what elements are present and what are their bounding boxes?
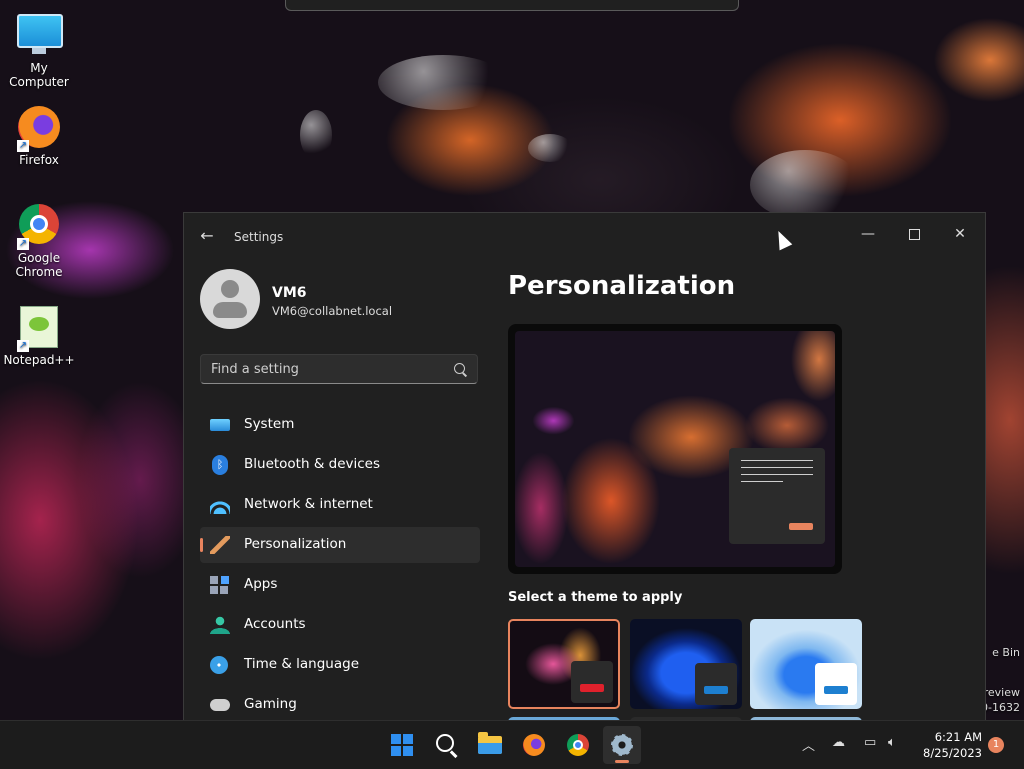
system-icon [210, 419, 230, 431]
user-email: VM6@collabnet.local [272, 304, 393, 318]
sidebar-item-gaming[interactable]: Gaming [200, 687, 480, 721]
paintbrush-icon [210, 536, 230, 554]
theme-tile-light-bloom[interactable] [750, 619, 862, 709]
taskbar-file-explorer[interactable] [471, 726, 509, 764]
desktop-icon-firefox[interactable]: ↗ Firefox [1, 106, 77, 167]
search-box[interactable] [200, 354, 478, 384]
sidebar-item-accounts[interactable]: Accounts [200, 607, 480, 643]
start-button[interactable] [383, 726, 421, 764]
desktop-icon-label: Notepad++ [3, 353, 75, 367]
theme-chip [815, 663, 857, 705]
chevron-up-icon[interactable]: ︿ [802, 735, 815, 754]
window-title: Settings [234, 230, 284, 244]
sidebar-item-label: Personalization [244, 536, 347, 552]
page-title: Personalization [508, 271, 736, 301]
preview-window [729, 448, 825, 544]
window-edge-fragment [285, 0, 739, 11]
glass-drop [378, 55, 508, 110]
sidebar-item-personalization[interactable]: Personalization [200, 527, 480, 563]
sidebar-item-label: Gaming [244, 696, 297, 712]
desktop-icon-my-computer[interactable]: My Computer [1, 10, 77, 89]
firefox-icon: ↗ [17, 106, 61, 152]
user-name: VM6 [272, 285, 307, 301]
desktop-icon-label: My Computer [9, 61, 69, 89]
desktop-fragment-text: e Bin [992, 646, 1020, 659]
theme-tile-dark-bloom[interactable] [630, 619, 742, 709]
sidebar-item-system[interactable]: System [200, 407, 480, 443]
avatar[interactable] [200, 269, 260, 329]
back-arrow-icon[interactable]: ← [198, 227, 216, 245]
taskbar-chrome[interactable] [559, 726, 597, 764]
theme-chip [571, 661, 613, 703]
theme-chip [695, 663, 737, 705]
chrome-icon: ↗ [17, 204, 61, 250]
taskbar-settings[interactable] [603, 726, 641, 764]
theme-tile-glow[interactable] [508, 619, 620, 709]
start-icon [391, 734, 413, 756]
themes-label: Select a theme to apply [508, 590, 683, 605]
preview-accent-button [789, 523, 813, 530]
settings-icon [611, 734, 633, 756]
glass-drop [528, 134, 572, 162]
accounts-icon [210, 616, 230, 634]
taskbar: ︿ ☁ ▭ 🔈︎ 6:21 AM 8/25/2023 1 [0, 720, 1024, 769]
main-content: Personalization Select a theme to apply [508, 213, 985, 721]
desktop-fragment-text: review [983, 686, 1020, 699]
apps-icon [210, 576, 230, 594]
gamepad-icon [210, 699, 230, 711]
bluetooth-icon: ᛒ [212, 455, 228, 475]
chrome-icon [567, 734, 589, 756]
sidebar-item-label: Time & language [244, 656, 360, 672]
desktop-icon-label: Google Chrome [15, 251, 63, 279]
cloud-offline-icon[interactable]: ☁ [832, 735, 845, 750]
taskbar-search-button[interactable] [427, 726, 465, 764]
sidebar-nav: System ᛒ Bluetooth & devices Network & i… [200, 407, 480, 721]
sidebar-item-label: Bluetooth & devices [244, 456, 381, 472]
network-icon[interactable]: ▭ [864, 735, 876, 750]
notification-badge[interactable]: 1 [988, 737, 1004, 753]
theme-preview [508, 324, 842, 574]
settings-window: ← Settings — ✕ VM6 VM6@collabnet.local S… [183, 212, 986, 721]
volume-icon[interactable]: 🔈︎ [888, 735, 896, 750]
taskbar-clock[interactable]: 6:21 AM 8/25/2023 [910, 729, 982, 761]
glass-drop [300, 110, 332, 160]
notepadpp-icon: ↗ [17, 306, 61, 352]
globe-clock-icon [210, 656, 228, 674]
search-icon[interactable] [454, 363, 465, 374]
sidebar-item-label: System [244, 416, 295, 432]
sidebar-item-label: Network & internet [244, 496, 373, 512]
desktop-icon-label: Firefox [19, 153, 59, 167]
clock-date: 8/25/2023 [923, 746, 982, 760]
desktop-icon-notepadpp[interactable]: ↗ Notepad++ [1, 306, 77, 367]
taskbar-firefox[interactable] [515, 726, 553, 764]
search-icon [436, 734, 454, 752]
sidebar-item-apps[interactable]: Apps [200, 567, 480, 603]
clock-time: 6:21 AM [934, 730, 982, 744]
sidebar-item-time-language[interactable]: Time & language [200, 647, 480, 683]
computer-icon [17, 14, 63, 58]
firefox-icon [523, 734, 545, 756]
wifi-icon [210, 496, 230, 514]
sidebar-item-label: Accounts [244, 616, 306, 632]
sidebar-item-network[interactable]: Network & internet [200, 487, 480, 523]
sidebar-item-label: Apps [244, 576, 278, 592]
file-explorer-icon [478, 732, 502, 754]
desktop-icon-chrome[interactable]: ↗ Google Chrome [1, 204, 77, 279]
sidebar-item-bluetooth[interactable]: ᛒ Bluetooth & devices [200, 447, 480, 483]
preview-wallpaper [515, 331, 835, 567]
search-input[interactable] [201, 355, 461, 383]
desktop-fragment-text: 0-1632 [981, 701, 1020, 714]
glass-drop [750, 150, 860, 220]
